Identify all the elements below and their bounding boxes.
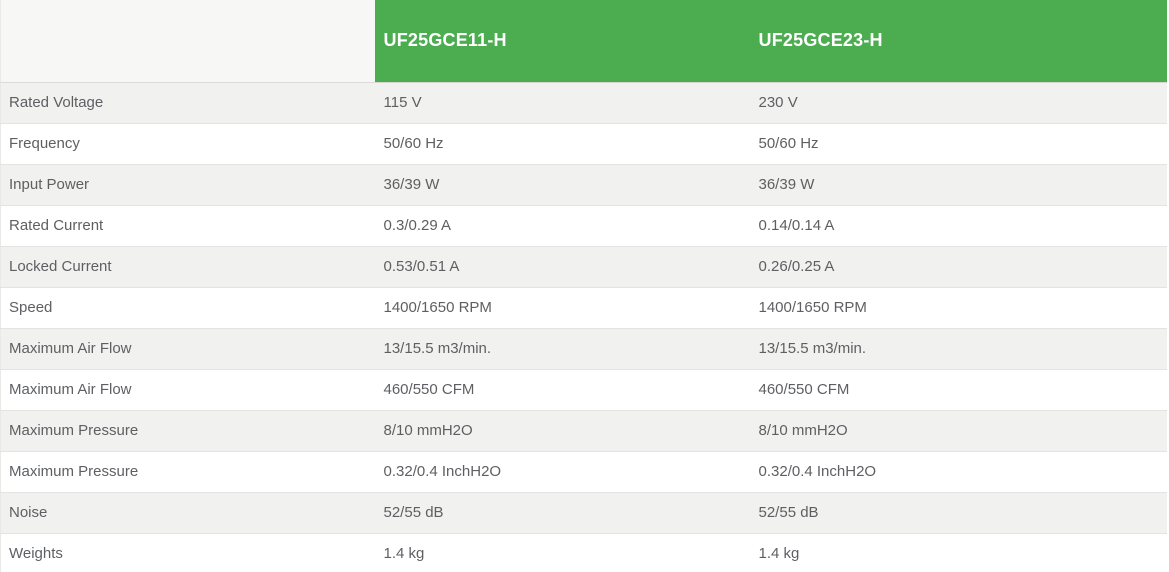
spec-value-cell: 13/15.5 m3/min. (750, 328, 1167, 369)
spec-value-cell: 52/55 dB (375, 492, 750, 533)
spec-row-label: Locked Current (1, 246, 375, 287)
table-row: Noise 52/55 dB 52/55 dB (1, 492, 1167, 533)
spec-row-label: Maximum Pressure (1, 410, 375, 451)
spec-row-label: Rated Voltage (1, 82, 375, 123)
table-row: Rated Voltage 115 V 230 V (1, 82, 1167, 123)
product-header-1: UF25GCE11-H (375, 0, 750, 82)
spec-value-cell: 460/550 CFM (375, 369, 750, 410)
table-row: Maximum Air Flow 13/15.5 m3/min. 13/15.5… (1, 328, 1167, 369)
spec-value-cell: 1400/1650 RPM (750, 287, 1167, 328)
spec-row-label: Maximum Air Flow (1, 369, 375, 410)
spec-value-cell: 0.53/0.51 A (375, 246, 750, 287)
spec-value-cell: 8/10 mmH2O (750, 410, 1167, 451)
spec-value-cell: 115 V (375, 82, 750, 123)
spec-row-label: Rated Current (1, 205, 375, 246)
spec-value-cell: 52/55 dB (750, 492, 1167, 533)
table-row: Locked Current 0.53/0.51 A 0.26/0.25 A (1, 246, 1167, 287)
spec-value-cell: 0.26/0.25 A (750, 246, 1167, 287)
spec-row-label: Frequency (1, 123, 375, 164)
table-row: Weights 1.4 kg 1.4 kg (1, 533, 1167, 572)
spec-row-label: Maximum Air Flow (1, 328, 375, 369)
spec-value-cell: 1.4 kg (375, 533, 750, 572)
spec-value-cell: 1400/1650 RPM (375, 287, 750, 328)
spec-row-label: Noise (1, 492, 375, 533)
spec-value-cell: 13/15.5 m3/min. (375, 328, 750, 369)
spec-row-label: Maximum Pressure (1, 451, 375, 492)
spec-value-cell: 0.3/0.29 A (375, 205, 750, 246)
spec-value-cell: 1.4 kg (750, 533, 1167, 572)
table-row: Speed 1400/1650 RPM 1400/1650 RPM (1, 287, 1167, 328)
spec-value-cell: 460/550 CFM (750, 369, 1167, 410)
spec-row-label: Weights (1, 533, 375, 572)
spec-value-cell: 36/39 W (750, 164, 1167, 205)
spec-value-cell: 0.14/0.14 A (750, 205, 1167, 246)
product-spec-table: UF25GCE11-H UF25GCE23-H Rated Voltage 11… (0, 0, 1167, 572)
spec-value-cell: 36/39 W (375, 164, 750, 205)
spec-value-cell: 0.32/0.4 InchH2O (750, 451, 1167, 492)
table-row: Maximum Pressure 8/10 mmH2O 8/10 mmH2O (1, 410, 1167, 451)
table-row: Frequency 50/60 Hz 50/60 Hz (1, 123, 1167, 164)
table-row: Maximum Air Flow 460/550 CFM 460/550 CFM (1, 369, 1167, 410)
spec-row-label: Input Power (1, 164, 375, 205)
spec-value-cell: 50/60 Hz (375, 123, 750, 164)
header-row: UF25GCE11-H UF25GCE23-H (1, 0, 1167, 82)
table-row: Maximum Pressure 0.32/0.4 InchH2O 0.32/0… (1, 451, 1167, 492)
spec-value-cell: 50/60 Hz (750, 123, 1167, 164)
table-row: Rated Current 0.3/0.29 A 0.14/0.14 A (1, 205, 1167, 246)
spec-value-cell: 8/10 mmH2O (375, 410, 750, 451)
blank-corner-cell (1, 0, 375, 82)
spec-value-cell: 230 V (750, 82, 1167, 123)
product-header-2: UF25GCE23-H (750, 0, 1167, 82)
table-row: Input Power 36/39 W 36/39 W (1, 164, 1167, 205)
spec-row-label: Speed (1, 287, 375, 328)
spec-value-cell: 0.32/0.4 InchH2O (375, 451, 750, 492)
